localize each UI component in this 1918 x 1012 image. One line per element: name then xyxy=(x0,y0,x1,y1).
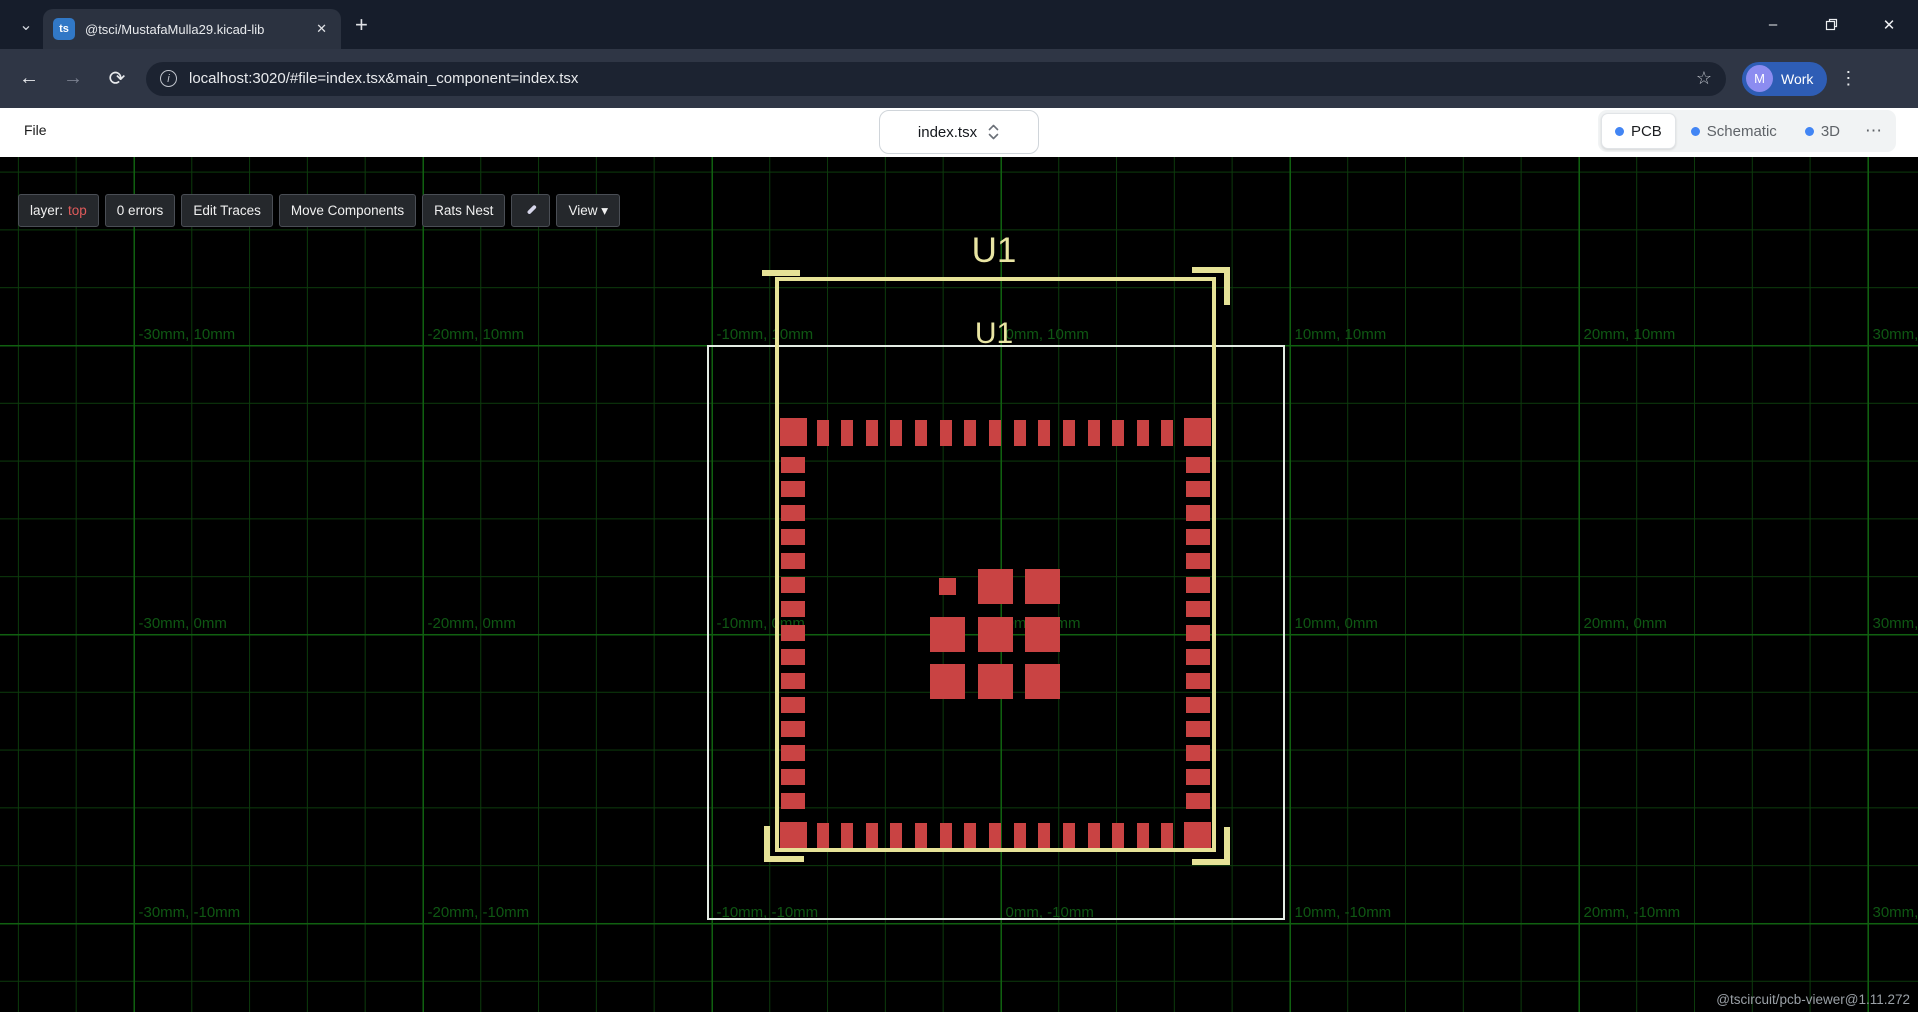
tab-pcb[interactable]: PCB xyxy=(1601,113,1676,149)
errors-button[interactable]: 0 errors xyxy=(105,194,176,227)
layer-button[interactable]: layer: top xyxy=(18,194,99,227)
file-select-dropdown[interactable]: index.tsx xyxy=(879,110,1039,154)
grid-coordinate-label: 10mm, 0mm xyxy=(1295,615,1378,632)
grid-coordinate-label: 30mm, -10mm xyxy=(1873,904,1918,921)
restore-button[interactable] xyxy=(1802,0,1860,49)
grid-coordinate-label: 30mm, 0mm xyxy=(1873,615,1918,632)
restore-icon xyxy=(1825,18,1838,31)
pcb-toolbar: layer: top 0 errors Edit Traces Move Com… xyxy=(18,194,620,227)
reload-icon[interactable]: ⟳ xyxy=(102,66,132,91)
fab-corner-mark xyxy=(764,856,804,862)
new-tab-button[interactable]: + xyxy=(355,12,368,38)
grid-coordinate-label: 20mm, 0mm xyxy=(1584,615,1667,632)
forward-icon[interactable]: → xyxy=(58,67,88,90)
close-window-button[interactable]: ✕ xyxy=(1860,0,1918,49)
fab-corner-mark xyxy=(1224,267,1230,305)
browser-tab[interactable]: ts @tsci/MustafaMulla29.kicad-lib ✕ xyxy=(43,9,341,49)
move-components-button[interactable]: Move Components xyxy=(279,194,416,227)
tab-search-chevron-icon[interactable]: ⌄ xyxy=(10,9,42,41)
tab-pcb-label: PCB xyxy=(1631,123,1662,140)
grid-coordinate-label: 20mm, 10mm xyxy=(1584,326,1676,343)
browser-window: ⌄ ts @tsci/MustafaMulla29.kicad-lib ✕ + … xyxy=(0,0,1918,1012)
file-menu[interactable]: File xyxy=(24,122,47,138)
back-icon[interactable]: ← xyxy=(14,67,44,90)
tab-3d[interactable]: 3D xyxy=(1792,113,1853,149)
grid-coordinate-label: -20mm, 0mm xyxy=(428,615,516,632)
tab-3d-label: 3D xyxy=(1821,123,1840,140)
fab-outline xyxy=(775,277,1216,852)
grid-coordinate-label: 10mm, -10mm xyxy=(1295,904,1392,921)
grid-coordinate-label: -30mm, -10mm xyxy=(139,904,241,921)
reference-designator-silkscreen: U1 xyxy=(964,317,1024,351)
app-header: File index.tsx PCB Schematic 3D ⋯ xyxy=(0,108,1918,157)
grid-coordinate-label: -20mm, 10mm xyxy=(428,326,525,343)
profile-label: Work xyxy=(1781,71,1813,87)
schematic-dot-icon xyxy=(1691,127,1700,136)
select-chevrons-icon xyxy=(987,123,1000,141)
grid-coordinate-label: -30mm, 0mm xyxy=(139,615,227,632)
more-views-button[interactable]: ⋯ xyxy=(1855,121,1893,141)
file-select-value: index.tsx xyxy=(918,124,977,141)
edit-traces-button[interactable]: Edit Traces xyxy=(181,194,273,227)
grid-coordinate-label: 20mm, -10mm xyxy=(1584,904,1681,921)
tab-strip: ⌄ ts @tsci/MustafaMulla29.kicad-lib ✕ + … xyxy=(0,0,1918,49)
tab-close-icon[interactable]: ✕ xyxy=(312,19,331,39)
pcb-dot-icon xyxy=(1615,127,1624,136)
fab-corner-mark xyxy=(762,270,800,276)
reference-designator: U1 xyxy=(964,231,1024,271)
minimize-button[interactable]: – xyxy=(1744,0,1802,49)
view-menu-button[interactable]: View ▾ xyxy=(556,194,620,227)
tab-schematic[interactable]: Schematic xyxy=(1678,113,1790,149)
view-mode-switcher: PCB Schematic 3D ⋯ xyxy=(1598,110,1896,152)
window-controls: – ✕ xyxy=(1744,0,1918,49)
grid-coordinate-label: -20mm, -10mm xyxy=(428,904,530,921)
url-text[interactable]: localhost:3020/#file=index.tsx&main_comp… xyxy=(189,70,1684,87)
browser-menu-icon[interactable]: ⋮ xyxy=(1839,68,1857,89)
bookmark-star-icon[interactable]: ☆ xyxy=(1696,68,1712,89)
address-bar[interactable]: i localhost:3020/#file=index.tsx&main_co… xyxy=(146,62,1726,96)
threed-dot-icon xyxy=(1805,127,1814,136)
site-info-icon[interactable]: i xyxy=(160,70,177,87)
typescript-favicon-icon: ts xyxy=(53,18,75,40)
avatar: M xyxy=(1746,65,1773,92)
tab-title: @tsci/MustafaMulla29.kicad-lib xyxy=(85,22,302,37)
layer-label: layer: xyxy=(30,203,63,218)
tab-schematic-label: Schematic xyxy=(1707,123,1777,140)
grid-coordinate-label: -30mm, 10mm xyxy=(139,326,236,343)
viewer-version-label: @tscircuit/pcb-viewer@1.11.272 xyxy=(1716,992,1910,1007)
fab-corner-mark xyxy=(1224,827,1230,865)
grid-coordinate-label: 30mm, 10mm xyxy=(1873,326,1918,343)
rats-nest-button[interactable]: Rats Nest xyxy=(422,194,505,227)
browser-toolbar: ← → ⟳ i localhost:3020/#file=index.tsx&m… xyxy=(0,49,1918,108)
edit-pencil-button[interactable] xyxy=(511,194,550,227)
grid-coordinate-label: 10mm, 10mm xyxy=(1295,326,1387,343)
profile-chip[interactable]: M Work xyxy=(1742,62,1827,96)
layer-value: top xyxy=(68,203,87,218)
pencil-icon xyxy=(523,203,538,218)
pcb-canvas[interactable]: -30mm, 10mm-20mm, 10mm-10mm, 10mm0mm, 10… xyxy=(0,157,1918,1012)
